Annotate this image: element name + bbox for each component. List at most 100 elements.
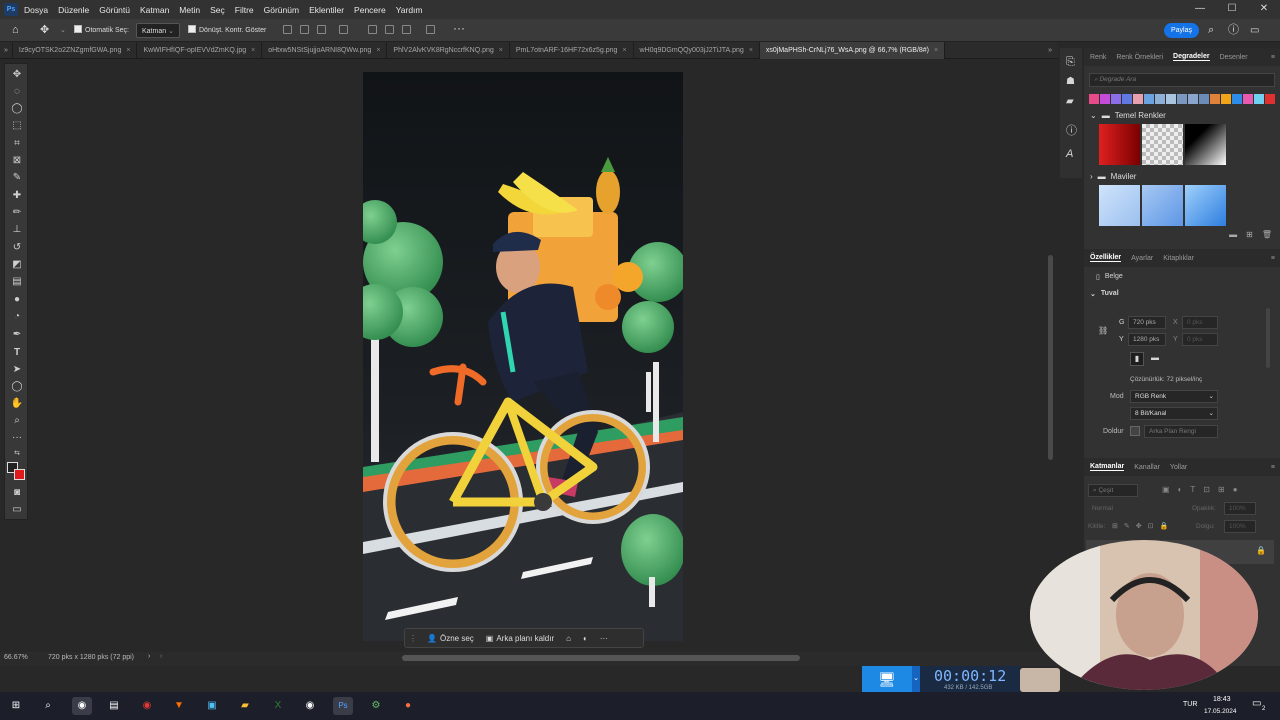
gradient-swatch[interactable] <box>1166 94 1176 104</box>
gradient-swatch[interactable] <box>1265 94 1275 104</box>
menu-eklentiler[interactable]: Eklentiler <box>309 5 344 15</box>
home-icon[interactable]: ⌂ <box>12 23 19 38</box>
type-tool-icon[interactable]: T <box>10 347 24 359</box>
gradient-swatch[interactable] <box>1142 124 1183 165</box>
document-canvas[interactable] <box>363 72 683 641</box>
doc-tab[interactable]: KwWIFHfIQF-opIEVVdZmKQ.jpg × <box>137 41 263 59</box>
tab-layers[interactable]: Katmanlar <box>1090 463 1125 471</box>
chrome-icon[interactable]: ◉ <box>72 697 92 715</box>
adjustment-icon[interactable]: ◐ <box>577 634 594 643</box>
type-filter-icon[interactable]: T <box>1190 485 1195 494</box>
bit-depth-select[interactable]: 8 Bit/Kanal ⌄ <box>1130 407 1218 420</box>
tool-preset-chevron-icon[interactable]: ⌄ <box>60 23 66 38</box>
vertical-scrollbar[interactable] <box>1048 255 1053 460</box>
history-icon[interactable]: ⎘ <box>1066 56 1075 69</box>
webcam-thumbnail[interactable] <box>1020 668 1060 692</box>
doc-tab[interactable]: Iz9cyOTSK2o2ZNZgmfGWA.png × <box>13 41 138 59</box>
lasso-tool-icon[interactable]: ◯ <box>10 103 24 115</box>
hand-tool-icon[interactable]: ✋ <box>10 398 24 410</box>
actions-icon[interactable]: ☗ <box>1066 76 1075 87</box>
menu-pencere[interactable]: Pencere <box>354 5 386 15</box>
move-tool-icon[interactable]: ✥ <box>10 69 24 81</box>
lock-artboard-icon[interactable]: ⊡ <box>1148 522 1154 530</box>
align-left-icon[interactable] <box>283 25 292 34</box>
gradient-swatch[interactable] <box>1232 94 1242 104</box>
gradient-swatch[interactable] <box>1133 94 1143 104</box>
gradient-swatch[interactable] <box>1089 94 1099 104</box>
crop-tool-icon[interactable]: ⌗ <box>10 138 24 150</box>
align-top-icon[interactable] <box>368 25 377 34</box>
doc-tab[interactable]: oHtxw5NStSjujjoARNI8QWw.png × <box>262 41 388 59</box>
monitor-icon[interactable]: 🖥 <box>862 666 912 692</box>
frame-tool-icon[interactable]: ⊠ <box>10 155 24 167</box>
gradient-group-blues[interactable]: › ▬ Maviler <box>1090 172 1280 181</box>
menu-dosya[interactable]: Dosya <box>24 5 48 15</box>
close-tab-icon[interactable]: × <box>749 47 753 54</box>
status-expand-icon[interactable]: › <box>148 653 150 660</box>
photoshop-app-icon[interactable]: Ps <box>4 3 18 16</box>
smart-object-filter-icon[interactable]: ⊞ <box>1218 485 1225 494</box>
close-tab-icon[interactable]: × <box>251 47 255 54</box>
height-input[interactable]: 1280 pks <box>1128 333 1166 346</box>
tab-adjustments[interactable]: Ayarlar <box>1131 255 1153 262</box>
doc-tab[interactable]: wH0q9DGmQQy003jJ2TiJTA.png × <box>634 41 760 59</box>
doc-tab-active[interactable]: xs0jMaPHSh-CrNLj76_WsA.png @ 66,7% (RGB/… <box>759 41 946 59</box>
gradient-swatch[interactable] <box>1188 94 1198 104</box>
y-input[interactable]: 0 pks <box>1182 333 1218 346</box>
eraser-tool-icon[interactable]: ◩ <box>10 259 24 271</box>
properties-scrollbar[interactable] <box>1266 308 1270 368</box>
info-icon[interactable]: ⓘ <box>1066 122 1077 138</box>
zoom-level[interactable]: 66.67% <box>4 654 28 661</box>
lock-all-icon[interactable]: 🔒 <box>1160 522 1169 530</box>
chevron-down-icon[interactable]: ⌄ <box>912 666 920 692</box>
doc-tab[interactable]: PmL7otnARF-16HF72x6z5g.png × <box>510 41 634 59</box>
gradient-swatch[interactable] <box>1221 94 1231 104</box>
panel-menu-icon[interactable]: ≡ <box>1271 54 1280 61</box>
zoom-tool-icon[interactable]: ⌕ <box>10 415 24 427</box>
app-icon[interactable]: ⚙ <box>366 697 386 715</box>
lock-transparent-icon[interactable]: ⊞ <box>1112 522 1118 530</box>
align-center-icon[interactable] <box>300 25 309 34</box>
fill-select[interactable]: Arka Plan Rengi <box>1144 425 1218 438</box>
menu-duzenle[interactable]: Düzenle <box>58 5 89 15</box>
distribute-icon[interactable] <box>339 25 348 34</box>
edit-toolbar-icon[interactable]: ··· <box>10 432 24 444</box>
pen-tool-icon[interactable]: ✒ <box>10 329 24 341</box>
tab-patterns[interactable]: Desenler <box>1220 54 1248 61</box>
healing-brush-tool-icon[interactable]: ✚ <box>10 190 24 202</box>
shape-filter-icon[interactable]: ⊡ <box>1203 485 1210 494</box>
blur-tool-icon[interactable]: ● <box>10 294 24 306</box>
notification-icon[interactable]: ▭ <box>1252 698 1261 709</box>
share-button[interactable]: Paylaş <box>1164 23 1199 38</box>
gradient-swatch[interactable] <box>1254 94 1264 104</box>
fill-opacity-input[interactable]: 100% <box>1224 520 1256 533</box>
width-input[interactable]: 720 pks <box>1128 316 1166 329</box>
gradient-swatch[interactable] <box>1099 124 1140 165</box>
link-dimensions-icon[interactable]: ⛓ <box>1098 326 1108 335</box>
firefox-icon[interactable]: ● <box>398 697 418 715</box>
tab-paths[interactable]: Yollar <box>1170 464 1187 471</box>
gradient-swatch[interactable] <box>1243 94 1253 104</box>
gradient-swatch[interactable] <box>1111 94 1121 104</box>
select-subject-button[interactable]: 👤 Özne seç <box>421 634 480 643</box>
align-bottom-icon[interactable] <box>402 25 411 34</box>
move-tool-icon[interactable]: ✥ <box>40 23 49 38</box>
tabs-scroll-icon[interactable]: » <box>1042 42 1058 59</box>
close-tab-icon[interactable]: × <box>622 47 626 54</box>
clock-date[interactable]: 17.05.2024 <box>1204 708 1237 715</box>
more-options-icon[interactable]: ··· <box>594 634 614 643</box>
close-tab-icon[interactable]: × <box>934 47 938 54</box>
dodge-tool-icon[interactable]: ◔ <box>10 311 24 323</box>
app-icon[interactable]: ▤ <box>104 697 124 715</box>
lock-image-icon[interactable]: ✎ <box>1124 522 1130 530</box>
file-explorer-icon[interactable]: ▰ <box>235 697 255 715</box>
scroll-left-icon[interactable]: ‹ <box>160 653 162 660</box>
filter-toggle-icon[interactable]: ● <box>1233 485 1238 494</box>
menu-katman[interactable]: Katman <box>140 5 169 15</box>
swap-colors-icon[interactable]: ⇆ <box>10 448 24 460</box>
menu-metin[interactable]: Metin <box>179 5 200 15</box>
blend-mode-select[interactable]: Normal <box>1092 505 1113 512</box>
tabs-overflow-icon[interactable]: » <box>0 41 13 59</box>
panel-menu-icon[interactable]: ≡ <box>1271 464 1280 471</box>
select-mask-icon[interactable]: ⌂ <box>560 634 577 643</box>
